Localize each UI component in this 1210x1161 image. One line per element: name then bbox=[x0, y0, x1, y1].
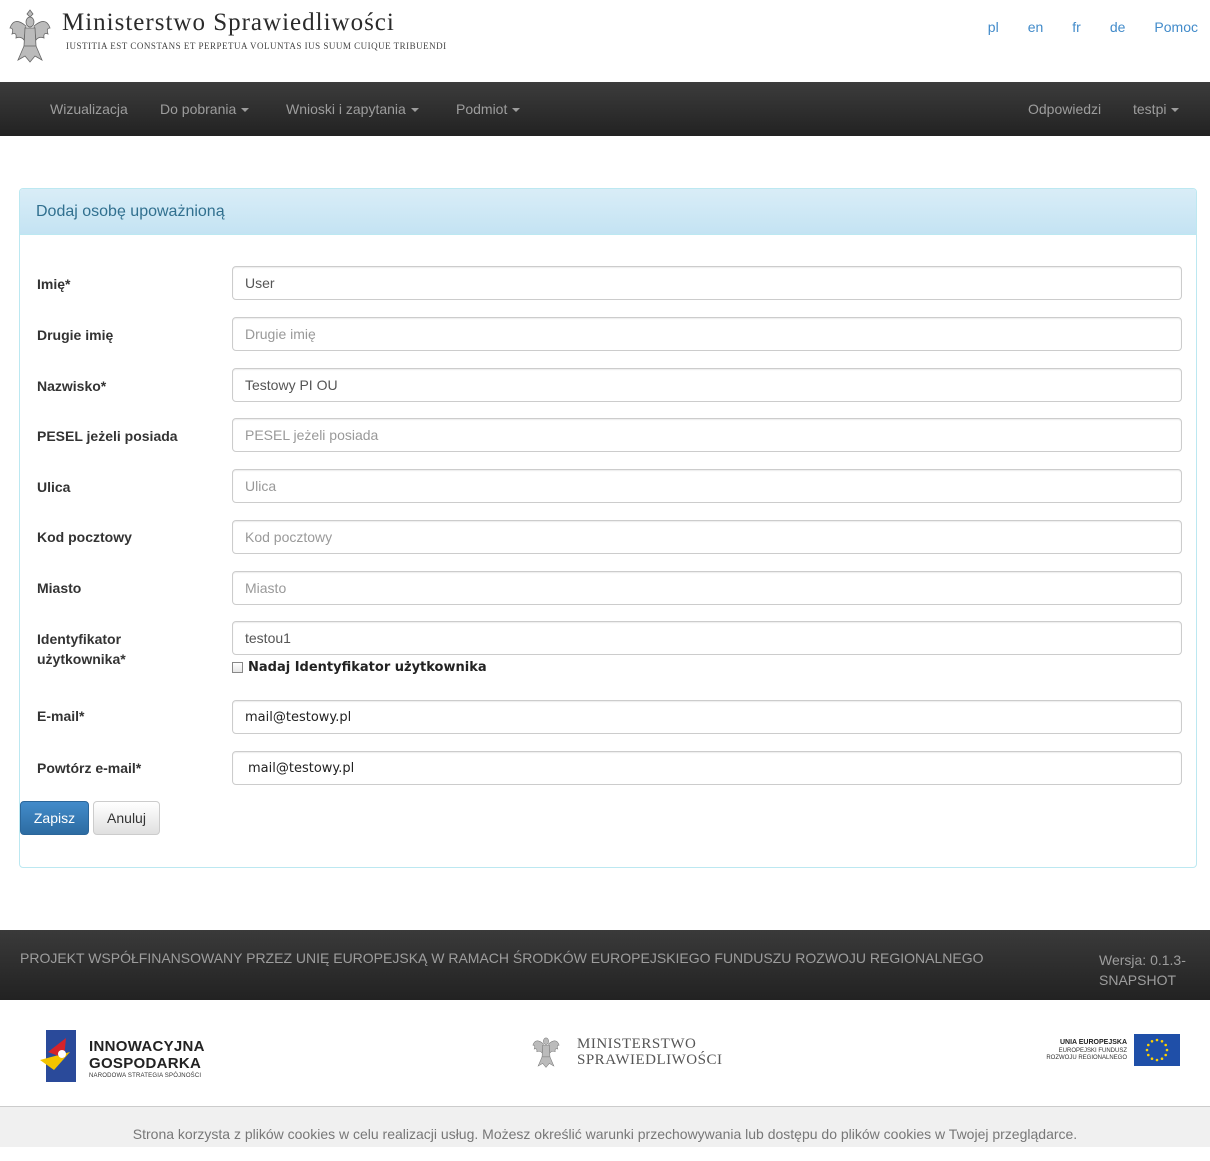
label-user-id-line1: Identyfikator bbox=[37, 631, 122, 647]
nav-label: testpi bbox=[1133, 101, 1167, 117]
lang-pl-link[interactable]: pl bbox=[988, 19, 999, 35]
ministry-footer-logo: MINISTERSTWO SPRAWIEDLIWOŚCI bbox=[527, 1032, 727, 1072]
nav-label: Do pobrania bbox=[160, 101, 237, 117]
footer-project-text: PROJEKT WSPÓŁFINANSOWANY PRZEZ UNIĘ EURO… bbox=[20, 950, 984, 966]
last-name-input[interactable] bbox=[232, 368, 1182, 402]
nav-do-pobrania[interactable]: Do pobrania bbox=[160, 82, 250, 136]
nav-wizualizacja[interactable]: Wizualizacja bbox=[50, 82, 128, 136]
label-user-id: Identyfikator użytkownika* bbox=[37, 629, 126, 669]
label-pesel: PESEL jeżeli posiada bbox=[37, 428, 178, 444]
middle-name-input[interactable] bbox=[232, 317, 1182, 351]
assign-user-id-row[interactable]: Nadaj Identyfikator użytkownika bbox=[232, 660, 487, 675]
save-button[interactable]: Zapisz bbox=[20, 801, 89, 835]
user-id-input[interactable] bbox=[232, 621, 1182, 655]
eagle-emblem-icon bbox=[9, 9, 51, 63]
first-name-input[interactable] bbox=[232, 266, 1182, 300]
label-last-name: Nazwisko* bbox=[37, 378, 107, 394]
nav-wnioski[interactable]: Wnioski i zapytania bbox=[286, 82, 419, 136]
nav-odpowiedzi[interactable]: Odpowiedzi bbox=[1028, 82, 1101, 136]
repeat-email-input[interactable] bbox=[232, 751, 1182, 785]
label-email: E-mail* bbox=[37, 708, 85, 724]
ig-line2: GOSPODARKA bbox=[89, 1055, 202, 1072]
lang-en-link[interactable]: en bbox=[1028, 19, 1044, 35]
label-city: Miasto bbox=[37, 580, 82, 596]
sponsor-logos: INNOWACYJNA GOSPODARKA NARODOWA STRATEGI… bbox=[0, 1000, 1210, 1106]
eu-logo: UNIA EUROPEJSKA EUROPEJSKI FUNDUSZ ROZWO… bbox=[1010, 1034, 1180, 1074]
caret-down-icon bbox=[410, 108, 419, 113]
label-first-name: Imię* bbox=[37, 276, 71, 292]
eu-flag-icon bbox=[1134, 1034, 1180, 1066]
footer-bar: PROJEKT WSPÓŁFINANSOWANY PRZEZ UNIĘ EURO… bbox=[0, 930, 1210, 1000]
city-input[interactable] bbox=[232, 571, 1182, 605]
lang-de-link[interactable]: de bbox=[1110, 19, 1126, 35]
nav-label: Wnioski i zapytania bbox=[286, 101, 406, 117]
cookie-notice: Strona korzysta z plików cookies w celu … bbox=[0, 1106, 1210, 1147]
ig-line1: INNOWACYJNA bbox=[89, 1038, 205, 1055]
lang-fr-link[interactable]: fr bbox=[1072, 19, 1081, 35]
nav-label: Wizualizacja bbox=[50, 101, 128, 117]
nav-podmiot[interactable]: Podmiot bbox=[456, 82, 521, 136]
assign-user-id-checkbox[interactable] bbox=[232, 662, 243, 673]
ig-mark-icon bbox=[40, 1030, 76, 1082]
caret-down-icon bbox=[512, 108, 521, 113]
innowacyjna-gospodarka-logo: INNOWACYJNA GOSPODARKA NARODOWA STRATEGI… bbox=[40, 1030, 240, 1082]
main-navbar: Wizualizacja Do pobrania Wnioski i zapyt… bbox=[0, 82, 1210, 136]
help-link[interactable]: Pomoc bbox=[1154, 19, 1198, 35]
eagle-emblem-icon bbox=[532, 1037, 560, 1068]
label-repeat-email: Powtórz e-mail* bbox=[37, 760, 142, 776]
label-street: Ulica bbox=[37, 479, 71, 495]
street-input[interactable] bbox=[232, 469, 1182, 503]
eu-line3: ROZWOJU REGIONALNEGO bbox=[1046, 1055, 1127, 1061]
user-menu[interactable]: testpi bbox=[1133, 82, 1180, 136]
caret-down-icon bbox=[1171, 108, 1180, 113]
panel-heading: Dodaj osobę upoważnioną bbox=[20, 189, 1196, 235]
cancel-button[interactable]: Anuluj bbox=[93, 801, 160, 835]
eu-line2: EUROPEJSKI FUNDUSZ bbox=[1058, 1048, 1127, 1054]
assign-user-id-label[interactable]: Nadaj Identyfikator użytkownika bbox=[248, 660, 487, 675]
footer-version: Wersja: 0.1.3-SNAPSHOT bbox=[1099, 952, 1186, 988]
nav-label: Podmiot bbox=[456, 101, 508, 117]
label-postal-code: Kod pocztowy bbox=[37, 529, 132, 545]
pesel-input[interactable] bbox=[232, 418, 1182, 452]
ig-line3: NARODOWA STRATEGIA SPÓJNOŚCI bbox=[89, 1073, 202, 1079]
nav-label: Odpowiedzi bbox=[1028, 101, 1102, 117]
email-input[interactable] bbox=[232, 700, 1182, 734]
ms-line1: MINISTERSTWO bbox=[577, 1036, 697, 1052]
ms-line2: SPRAWIEDLIWOŚCI bbox=[577, 1052, 723, 1068]
ministry-title: Ministerstwo Sprawiedliwości bbox=[62, 9, 395, 36]
language-menu: pl en fr de Pomoc bbox=[959, 19, 1198, 35]
label-user-id-line2: użytkownika* bbox=[37, 651, 126, 667]
label-middle-name: Drugie imię bbox=[37, 327, 114, 343]
postal-code-input[interactable] bbox=[232, 520, 1182, 554]
eu-line1: UNIA EUROPEJSKA bbox=[1059, 1039, 1127, 1046]
ministry-motto: Iustitia est constans et perpetua volunt… bbox=[66, 41, 447, 51]
caret-down-icon bbox=[241, 108, 250, 113]
page-header: Ministerstwo Sprawiedliwości Iustitia es… bbox=[0, 0, 1210, 82]
